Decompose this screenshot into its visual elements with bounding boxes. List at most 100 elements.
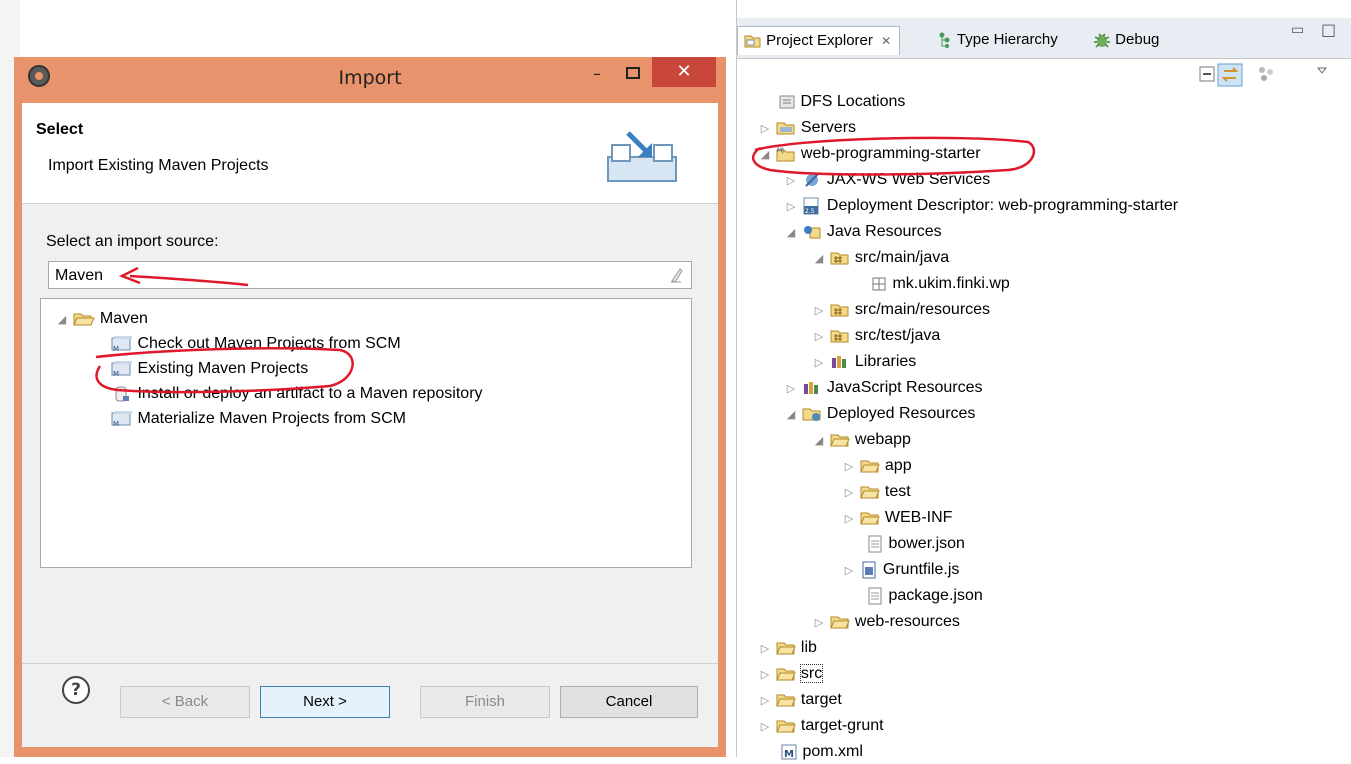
collapsed-triangle-icon: ▷ (814, 617, 824, 629)
tree-item-label: Materialize Maven Projects from SCM (137, 410, 406, 427)
package-icon (872, 277, 886, 291)
tree-item-label: JAX-WS Web Services (826, 171, 991, 188)
tree-item-web-resources[interactable]: ▷ web-resources (812, 610, 960, 634)
tab-project-explorer[interactable]: Project Explorer ✕ (737, 26, 901, 55)
tree-item-servers[interactable]: ▷ Servers (758, 116, 856, 140)
import-source-tree: ◢ Maven M Check out Maven Projects from … (40, 298, 692, 568)
tree-item-src-test-java[interactable]: ▷ src/test/java (812, 324, 941, 348)
expanded-triangle-icon: ◢ (57, 314, 67, 326)
tree-item-gruntfile[interactable]: ▷ Gruntfile.js (842, 558, 959, 582)
wizard-title: Select (36, 121, 84, 138)
tree-item-label: web-programming-starter (800, 145, 981, 162)
minimize-view-icon[interactable]: ▭ (1291, 22, 1304, 38)
tree-item-pom-xml[interactable]: M pom.xml (780, 740, 863, 764)
tab-debug[interactable]: Debug (1093, 26, 1159, 54)
tree-item-label: src (799, 664, 824, 683)
tree-item-label: Gruntfile.js (882, 561, 960, 578)
tree-item-label: target (800, 691, 842, 708)
help-icon[interactable]: ? (62, 676, 90, 704)
close-tab-icon[interactable]: ✕ (881, 34, 891, 48)
tree-item-test[interactable]: ▷ test (842, 480, 911, 504)
svg-text:M: M (113, 370, 119, 378)
dialog-titlebar[interactable]: Import – ✕ (14, 57, 726, 102)
tab-label: Type Hierarchy (956, 31, 1058, 48)
tree-item-label: Servers (800, 119, 857, 136)
import-source-filter (48, 261, 692, 289)
tree-item-bower-json[interactable]: bower.json (866, 532, 965, 556)
collapsed-triangle-icon: ▷ (786, 383, 796, 395)
tree-item-label: web-resources (854, 613, 960, 630)
source-folder-icon (830, 330, 849, 343)
tree-item-src-main-resources[interactable]: ▷ src/main/resources (812, 298, 990, 322)
web-services-icon (805, 173, 820, 187)
svg-text:M: M (113, 345, 119, 353)
import-source-label: Select an import source: (46, 233, 219, 250)
tree-item-src-main-java[interactable]: ◢ src/main/java (812, 246, 949, 270)
collapse-all-icon[interactable] (1199, 66, 1215, 82)
tree-item-deployed-resources[interactable]: ◢ Deployed Resources (784, 402, 976, 426)
source-folder-icon (830, 304, 849, 317)
cancel-button[interactable]: Cancel (560, 686, 698, 718)
collapsed-triangle-icon: ▷ (844, 461, 854, 473)
maximize-view-icon[interactable]: □ (1321, 20, 1336, 39)
tree-item-app[interactable]: ▷ app (842, 454, 912, 478)
tree-item-deployment-descriptor[interactable]: ▷ 2.5 Deployment Descriptor: web-program… (784, 194, 1178, 218)
maven-project-icon: M (111, 335, 132, 353)
dfs-icon (779, 95, 795, 109)
maven-project-icon: M (111, 360, 132, 378)
finish-button[interactable]: Finish (420, 686, 550, 718)
minimize-icon[interactable]: – (582, 61, 612, 89)
tree-item-target-grunt[interactable]: ▷ target-grunt (758, 714, 884, 738)
tree-item-label: target-grunt (800, 717, 884, 734)
tree-item-label: app (884, 457, 912, 474)
tree-item-package[interactable]: mk.ukim.finki.wp (870, 272, 1010, 296)
tree-node-label: Maven (99, 310, 148, 327)
tree-item-web-programming-starter[interactable]: ◢ MJ web-programming-starter (758, 142, 981, 166)
tree-item-web-inf[interactable]: ▷ WEB-INF (842, 506, 953, 530)
tree-item-label: Java Resources (826, 223, 942, 240)
collapsed-triangle-icon: ▷ (844, 565, 854, 577)
tree-item-target[interactable]: ▷ target (758, 688, 842, 712)
tree-item-javascript-resources[interactable]: ▷ JavaScript Resources (784, 376, 983, 400)
view-menu-icon[interactable] (1316, 67, 1328, 74)
tab-label: Debug (1115, 31, 1160, 48)
folder-open-icon (860, 512, 881, 525)
tab-type-hierarchy[interactable]: Type Hierarchy (937, 26, 1058, 54)
link-with-editor-icon[interactable] (1217, 63, 1243, 87)
expanded-triangle-icon: ◢ (760, 149, 770, 161)
maximize-icon[interactable] (618, 61, 648, 89)
tree-item-existing-maven[interactable]: M Existing Maven Projects (111, 357, 308, 381)
tree-item-libraries[interactable]: ▷ Libraries (812, 350, 917, 374)
tree-item-label: src/main/java (854, 249, 950, 266)
clear-filter-icon[interactable] (669, 267, 683, 283)
tree-item-jaxws[interactable]: ▷ JAX-WS Web Services (784, 168, 990, 192)
tree-item-materialize[interactable]: M Materialize Maven Projects from SCM (111, 407, 406, 431)
tree-item-lib[interactable]: ▷ lib (758, 636, 817, 660)
tree-item-package-json[interactable]: package.json (866, 584, 983, 608)
close-icon[interactable]: ✕ (652, 57, 716, 87)
tree-item-checkout[interactable]: M Check out Maven Projects from SCM (111, 332, 401, 356)
view-tabbar: Project Explorer ✕ Type Hierarchy Debug … (737, 18, 1351, 59)
tree-node-maven[interactable]: ◢ Maven (55, 307, 148, 331)
tree-item-label: src/test/java (854, 327, 941, 344)
import-dialog: Import – ✕ Select Import Existing Maven … (14, 57, 726, 757)
wizard-header: Select Import Existing Maven Projects (22, 103, 718, 204)
tree-item-java-resources[interactable]: ◢ Java Resources (784, 220, 942, 244)
tree-item-label: src/main/resources (854, 301, 991, 318)
filters-icon[interactable] (1259, 67, 1273, 81)
tree-item-label: test (884, 483, 911, 500)
tree-item-install-deploy[interactable]: Install or deploy an artifact to a Maven… (111, 382, 483, 406)
next-button[interactable]: Next > (260, 686, 390, 718)
collapsed-triangle-icon: ▷ (844, 513, 854, 525)
svg-text:2.5: 2.5 (805, 208, 815, 215)
tree-item-webapp[interactable]: ◢ webapp (812, 428, 911, 452)
filter-input[interactable] (53, 265, 617, 287)
maven-project-icon: M (111, 410, 132, 428)
back-button[interactable]: < Back (120, 686, 250, 718)
collapsed-triangle-icon: ▷ (844, 487, 854, 499)
tree-item-src[interactable]: ▷ src (758, 662, 824, 686)
folder-open-icon (830, 434, 851, 447)
tree-item-dfs-locations[interactable]: DFS Locations (778, 90, 905, 114)
descriptor-icon: 2.5 (803, 197, 819, 215)
folder-open-icon (860, 486, 881, 499)
